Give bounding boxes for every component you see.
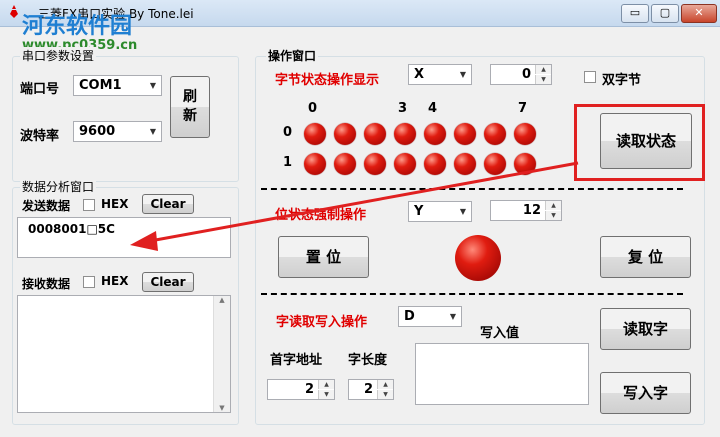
annotation-arrow: [130, 161, 579, 251]
